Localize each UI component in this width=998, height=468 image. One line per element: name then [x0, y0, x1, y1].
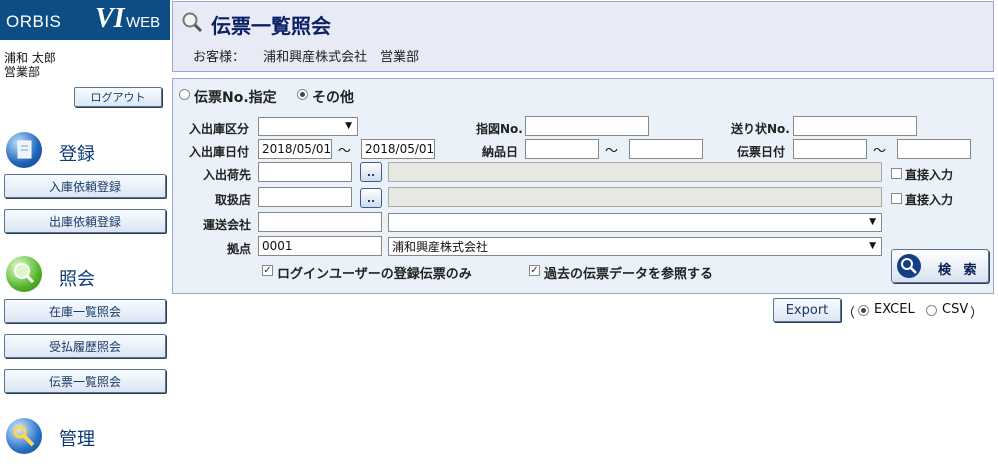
delivery-date-from-input[interactable]	[525, 139, 599, 159]
admin-section-icon	[6, 418, 42, 454]
slip-list-inquiry-button[interactable]: 伝票一覧照会	[4, 369, 166, 393]
login-user-only-checkbox[interactable]: ✓	[262, 265, 273, 276]
register-section-title: 登録	[59, 144, 95, 165]
delivery-date-to-input[interactable]	[629, 139, 703, 159]
mode-other-label: その他	[312, 90, 354, 106]
inquiry-section-title: 照会	[59, 269, 95, 290]
customer-name: 浦和興産株式会社 営業部	[263, 50, 420, 65]
chevron-down-icon: ▼	[345, 121, 352, 131]
carrier-select[interactable]: ▼	[388, 213, 882, 232]
customer-label: お客様：	[193, 50, 246, 65]
io-type-label: 入出庫区分	[189, 122, 250, 136]
invoice-no-label: 送り状No.	[731, 122, 790, 136]
logout-button[interactable]: ログアウト	[74, 87, 162, 107]
logo-text-vi: VI	[95, 3, 125, 34]
delivery-date-range-tilde: 〜	[605, 144, 619, 159]
io-type-select[interactable]: ▼	[258, 117, 358, 136]
base-select[interactable]: 浦和興産株式会社 ▼	[388, 237, 882, 256]
destination-direct-input-checkbox[interactable]	[891, 168, 902, 179]
search-button[interactable]: 検 索	[891, 249, 989, 283]
destination-direct-input-label: 直接入力	[905, 168, 954, 182]
past-data-label: 過去の伝票データを参照する	[544, 267, 714, 282]
mode-other-radio[interactable]	[297, 89, 308, 100]
carrier-label: 運送会社	[203, 218, 252, 232]
export-button[interactable]: Export	[773, 298, 841, 322]
export-open-paren: （	[842, 306, 856, 321]
destination-name-display	[388, 162, 882, 182]
destination-lookup-button[interactable]: ..	[360, 162, 382, 182]
export-excel-radio[interactable]	[858, 305, 869, 316]
delivery-date-label: 納品日	[482, 145, 519, 159]
receiving-request-register-button[interactable]: 入庫依頼登録	[4, 174, 166, 198]
sidebar: ORBIS VI WEB 浦和 太郎 営業部 ログアウト 登録 入庫依頼登録 出…	[0, 0, 170, 468]
io-date-to-input[interactable]: 2018/05/01	[361, 139, 435, 159]
search-icon	[897, 254, 921, 278]
base-select-value: 浦和興産株式会社	[392, 240, 489, 254]
export-csv-radio[interactable]	[926, 305, 937, 316]
io-date-label: 入出庫日付	[189, 145, 250, 159]
instruction-no-label: 指図No.	[476, 122, 523, 136]
dealer-label: 取扱店	[215, 193, 252, 207]
transaction-history-inquiry-button[interactable]: 受払履歴照会	[4, 334, 166, 358]
dealer-direct-input-label: 直接入力	[905, 193, 954, 207]
customer-info: お客様： 浦和興産株式会社 営業部	[193, 46, 419, 65]
user-department: 営業部	[4, 65, 41, 79]
search-panel: 伝票No.指定 その他 入出庫区分 ▼ 指図No. 送り状No. 入出庫日付 2…	[172, 78, 994, 294]
magnifier-icon	[182, 12, 203, 33]
admin-section-title: 管理	[59, 429, 95, 450]
instruction-no-input[interactable]	[525, 116, 649, 136]
inventory-list-inquiry-button[interactable]: 在庫一覧照会	[4, 299, 166, 323]
slip-date-to-input[interactable]	[897, 139, 971, 159]
shipping-request-register-button[interactable]: 出庫依頼登録	[4, 209, 166, 233]
base-label: 拠点	[227, 242, 252, 256]
mode-slip-no-label: 伝票No.指定	[194, 90, 277, 106]
io-date-from-input[interactable]: 2018/05/01	[258, 139, 332, 159]
page-title: 伝票一覧照会	[211, 14, 331, 38]
chevron-down-icon: ▼	[869, 241, 876, 251]
dealer-lookup-button[interactable]: ..	[360, 188, 382, 208]
slip-date-range-tilde: 〜	[873, 144, 887, 159]
invoice-no-input[interactable]	[793, 116, 917, 136]
mode-slip-no-radio[interactable]	[179, 89, 190, 100]
login-user-only-label: ログインユーザーの登録伝票のみ	[277, 267, 472, 282]
search-button-label: 検 索	[938, 263, 981, 278]
dealer-code-input[interactable]	[258, 187, 352, 207]
slip-date-from-input[interactable]	[793, 139, 867, 159]
slip-date-label: 伝票日付	[737, 145, 786, 159]
io-date-range-tilde: 〜	[338, 144, 352, 159]
export-close-paren: ）	[970, 306, 984, 321]
destination-code-input[interactable]	[258, 162, 352, 182]
export-csv-label: CSV	[942, 302, 969, 317]
chevron-down-icon: ▼	[869, 217, 876, 227]
destination-label: 入出荷先	[203, 168, 252, 182]
logo-text-web: WEB	[126, 14, 161, 31]
export-excel-label: EXCEL	[874, 302, 915, 317]
dealer-direct-input-checkbox[interactable]	[891, 193, 902, 204]
inquiry-section-icon	[6, 256, 42, 292]
logo-text-orbis: ORBIS	[6, 12, 62, 31]
carrier-code-input[interactable]	[258, 212, 382, 232]
register-section-icon	[6, 132, 42, 168]
base-code-input[interactable]: 0001	[258, 236, 382, 256]
past-data-checkbox[interactable]: ✓	[529, 265, 540, 276]
page-header: 伝票一覧照会 お客様： 浦和興産株式会社 営業部	[172, 1, 994, 72]
app-logo: ORBIS VI WEB	[0, 0, 170, 40]
dealer-name-display	[388, 187, 882, 207]
